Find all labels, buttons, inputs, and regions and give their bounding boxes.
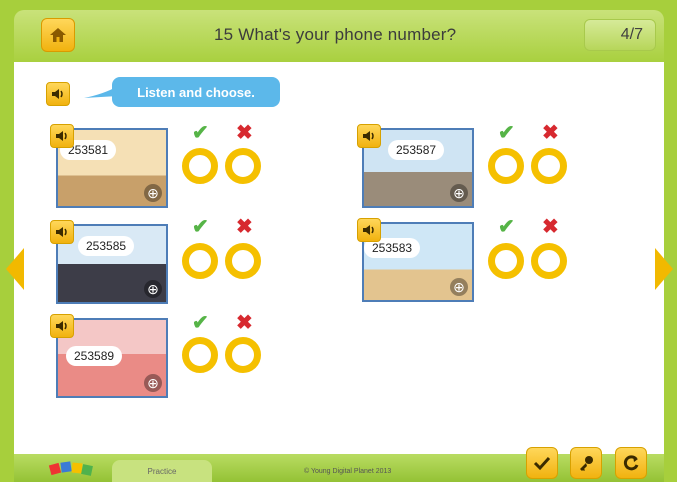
header-bar: 15 What's your phone number? 4/7	[14, 10, 664, 62]
practice-tab[interactable]: Practice	[112, 460, 212, 482]
speaker-icon	[363, 225, 374, 235]
choice-correct-2[interactable]	[488, 148, 524, 184]
correct-check-icon: ✔	[498, 216, 515, 238]
choice-correct-3[interactable]	[182, 243, 218, 279]
zoom-icon[interactable]: ⊕	[144, 374, 162, 392]
correct-check-icon: ✔	[498, 122, 515, 144]
copyright-text: © Young Digital Planet 2013	[304, 468, 392, 475]
answer-key-button[interactable]	[570, 447, 602, 479]
reset-button[interactable]	[615, 447, 647, 479]
key-icon	[580, 456, 593, 471]
wrong-cross-icon: ✖	[236, 312, 253, 334]
speaker-icon	[56, 227, 67, 237]
zoom-icon[interactable]: ⊕	[144, 280, 162, 298]
audio-button-5[interactable]	[50, 314, 74, 338]
choice-wrong-4[interactable]	[531, 243, 567, 279]
correct-check-icon: ✔	[192, 122, 209, 144]
zoom-icon[interactable]: ⊕	[144, 184, 162, 202]
audio-button-4[interactable]	[357, 218, 381, 242]
speaker-icon	[363, 131, 374, 141]
phone-number-bubble: 253585	[78, 236, 135, 256]
choice-correct-4[interactable]	[488, 243, 524, 279]
choice-correct-5[interactable]	[182, 337, 218, 373]
zoom-icon[interactable]: ⊕	[450, 184, 468, 202]
choice-wrong-1[interactable]	[225, 148, 261, 184]
choice-wrong-3[interactable]	[225, 243, 261, 279]
page-title: 15 What's your phone number?	[214, 25, 457, 44]
check-icon	[533, 456, 551, 471]
next-page-arrow[interactable]	[655, 248, 673, 290]
speaker-icon	[56, 321, 67, 331]
wrong-cross-icon: ✖	[542, 122, 559, 144]
wrong-cross-icon: ✖	[236, 216, 253, 238]
audio-button-3[interactable]	[50, 220, 74, 244]
audio-button-1[interactable]	[50, 124, 74, 148]
instruction-audio-button[interactable]	[46, 82, 70, 106]
home-icon	[50, 28, 66, 42]
phone-number-bubble: 253587	[388, 140, 445, 160]
home-button[interactable]	[41, 18, 75, 52]
instruction-label: Listen and choose.	[112, 77, 280, 107]
previous-page-arrow[interactable]	[6, 248, 24, 290]
correct-check-icon: ✔	[192, 312, 209, 334]
speaker-icon	[56, 131, 67, 141]
choice-wrong-2[interactable]	[531, 148, 567, 184]
reset-icon	[623, 455, 639, 471]
audio-button-2[interactable]	[357, 124, 381, 148]
zoom-icon[interactable]: ⊕	[450, 278, 468, 296]
choice-wrong-5[interactable]	[225, 337, 261, 373]
publisher-logo	[48, 461, 93, 476]
phone-number-bubble: 253589	[66, 346, 123, 366]
check-button[interactable]	[526, 447, 558, 479]
footer-bar: Practice © Young Digital Planet 2013	[14, 454, 664, 482]
wrong-cross-icon: ✖	[236, 122, 253, 144]
speaker-icon	[52, 89, 63, 99]
wrong-cross-icon: ✖	[542, 216, 559, 238]
choice-correct-1[interactable]	[182, 148, 218, 184]
page-indicator: 4/7	[584, 19, 656, 51]
correct-check-icon: ✔	[192, 216, 209, 238]
